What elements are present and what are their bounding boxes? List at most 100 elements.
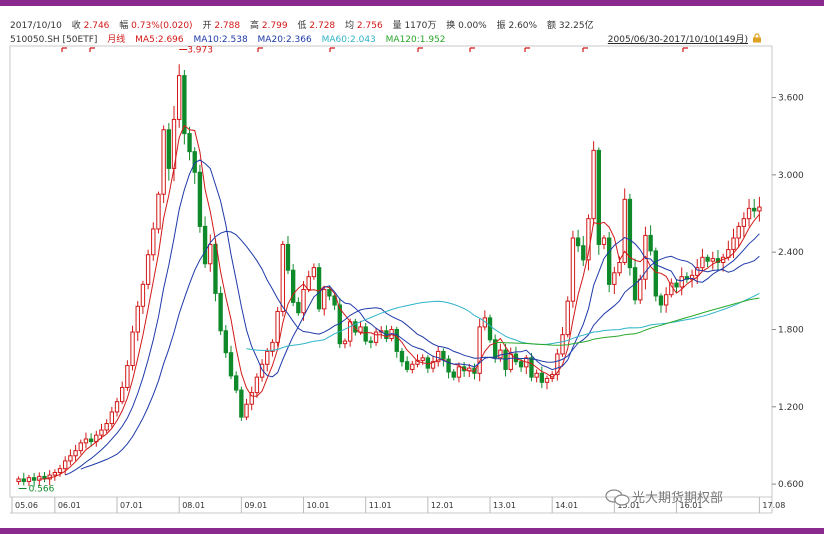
candle-body [565, 300, 570, 336]
period-marker [257, 47, 263, 52]
candle-body [233, 375, 239, 391]
candle-body [88, 438, 94, 443]
candle-body [539, 372, 545, 383]
candle-body [560, 334, 565, 355]
x-tick-label: 08.01 [182, 501, 205, 510]
candle-body [140, 283, 146, 307]
ma10-line [64, 159, 760, 476]
candle-body [373, 331, 379, 343]
candle-body [399, 350, 405, 363]
candle-body [16, 478, 21, 483]
candle-body [109, 411, 115, 425]
candle-body [161, 129, 166, 195]
candle-body [746, 207, 752, 220]
candle-body [477, 326, 482, 374]
candle-body [638, 278, 643, 301]
candle-body [534, 372, 539, 378]
candle-body [125, 365, 130, 388]
candle-body [68, 455, 73, 462]
y-tick-label: 0.600 [778, 480, 804, 490]
candle-body [410, 363, 415, 370]
y-tick-label: 3.000 [778, 171, 804, 181]
candle-body [177, 75, 182, 120]
candle-body [700, 256, 705, 269]
candle-body [327, 289, 332, 297]
candle-body [275, 310, 280, 343]
candle-body [741, 218, 747, 227]
candle-body [508, 353, 513, 370]
candle-body [130, 331, 135, 367]
candle-body [596, 149, 601, 245]
candle-body [104, 423, 109, 431]
candle-body [612, 272, 617, 285]
candle-body [316, 267, 322, 310]
candle-body [322, 289, 327, 310]
ma120-line [495, 297, 760, 346]
candle-body [57, 468, 63, 474]
period-marker [61, 47, 67, 52]
y-tick-label: 3.600 [778, 94, 804, 104]
candle-body [518, 361, 524, 368]
x-tick-label: 10.01 [307, 501, 330, 510]
candle-body [581, 245, 586, 261]
candle-body [239, 389, 244, 418]
candle-body [187, 133, 192, 153]
candle-body [285, 243, 291, 271]
candle-body [404, 361, 410, 370]
candle-body [202, 225, 208, 265]
candle-body [358, 326, 363, 333]
x-tick-label: 07.01 [120, 501, 143, 510]
candle-body [363, 326, 368, 342]
x-tick-label: 17.08 [762, 501, 785, 510]
candle-body [456, 366, 462, 378]
candle-body [218, 292, 223, 332]
candle-body [280, 243, 285, 312]
period-marker [469, 47, 475, 52]
candle-body [37, 475, 42, 481]
chat-icon-secondary [614, 494, 630, 506]
candle-body [679, 276, 684, 288]
candle-body [575, 237, 581, 247]
candle-body [296, 301, 301, 314]
candle-body [570, 237, 576, 302]
candle-body [265, 350, 270, 365]
x-tick-label: 12.01 [431, 501, 454, 510]
period-marker [329, 47, 335, 52]
candle-body [731, 237, 736, 251]
candle-body [290, 269, 296, 303]
candle-body [451, 371, 456, 378]
candle-body [197, 171, 203, 227]
candle-body [301, 289, 306, 314]
candle-body [752, 207, 757, 212]
x-tick-label: 14.01 [555, 501, 578, 510]
y-tick-label: 2.400 [778, 248, 804, 258]
candle-body [244, 403, 249, 418]
y-tick-label: 1.800 [778, 325, 804, 335]
candle-body [120, 386, 125, 403]
candle-body [228, 352, 234, 377]
candle-body [368, 340, 374, 343]
candle-body [135, 305, 140, 333]
watermark-text: 光大期货期权部 [632, 491, 724, 506]
candle-body [606, 237, 612, 285]
candle-body [757, 206, 762, 212]
candle-body [78, 442, 83, 452]
x-tick-label: 13.01 [493, 501, 516, 510]
candle-body [420, 357, 425, 361]
candle-body [653, 250, 658, 297]
candlestick-chart: 3.600 3.000 2.400 1.800 1.200 0.600 05.06 06.01… [9, 45, 804, 514]
candle-body [223, 330, 228, 354]
period-marker [89, 47, 95, 52]
candle-body [208, 243, 213, 265]
y-tick-label: 1.200 [778, 403, 804, 413]
candle-body [26, 477, 32, 483]
candle-body [114, 401, 120, 413]
candle-body [151, 228, 156, 256]
period-marker [417, 47, 423, 52]
candle-body [311, 267, 317, 278]
candle-body [394, 328, 399, 352]
candle-body [347, 321, 353, 342]
x-tick-label: 05.06 [15, 501, 38, 510]
candle-body [441, 350, 446, 360]
candle-body [544, 377, 550, 383]
